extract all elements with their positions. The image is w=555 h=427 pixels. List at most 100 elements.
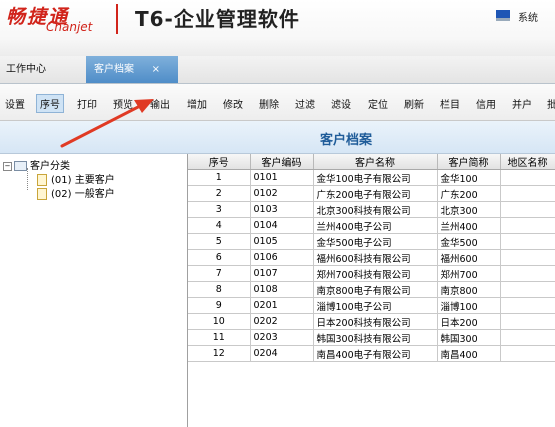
cell-seq[interactable]: 3	[188, 201, 251, 218]
table-row[interactable]: 4 0104 兰州400电子公司 兰州400	[188, 217, 555, 234]
system-monitor-icon[interactable]	[496, 10, 510, 21]
column-header-region[interactable]: 地区名称	[500, 154, 555, 170]
cell-code[interactable]: 0107	[250, 265, 314, 282]
toolbar-locate-button[interactable]: 定位	[368, 96, 388, 111]
toolbar-export-button[interactable]: 输出	[150, 96, 170, 111]
cell-seq[interactable]: 12	[188, 345, 251, 362]
toolbar-merge-button[interactable]: 并户	[512, 96, 532, 111]
cell-code[interactable]: 0101	[250, 169, 314, 186]
close-icon[interactable]: ×	[152, 56, 160, 83]
cell-name[interactable]: 兰州400电子公司	[313, 217, 438, 234]
cell-seq[interactable]: 6	[188, 249, 251, 266]
table-row[interactable]: 9 0201 淄博100电子公司 淄博100	[188, 297, 555, 314]
toolbar-edit-button[interactable]: 修改	[223, 96, 243, 111]
cell-name[interactable]: 金华100电子有限公司	[313, 169, 438, 186]
table-row[interactable]: 11 0203 韩国300科技有限公司 韩国300	[188, 329, 555, 346]
cell-code[interactable]: 0201	[250, 297, 314, 314]
tree-item-main-customers[interactable]: (01) 主要客户	[37, 171, 115, 186]
cell-short-name[interactable]: 兰州400	[437, 217, 501, 234]
cell-name[interactable]: 金华500电子公司	[313, 233, 438, 250]
toolbar-sequence-button[interactable]: 序号	[36, 94, 64, 113]
cell-short-name[interactable]: 福州600	[437, 249, 501, 266]
tree-item-general-customers[interactable]: (02) 一般客户	[37, 185, 115, 200]
cell-short-name[interactable]: 南昌400	[437, 345, 501, 362]
cell-code[interactable]: 0108	[250, 281, 314, 298]
toolbar-delete-button[interactable]: 删除	[259, 96, 279, 111]
cell-region[interactable]	[500, 313, 555, 330]
toolbar-batch-button[interactable]: 批	[547, 96, 555, 111]
table-row[interactable]: 6 0106 福州600科技有限公司 福州600	[188, 249, 555, 266]
tab-work-center[interactable]: 工作中心	[6, 56, 46, 83]
cell-code[interactable]: 0202	[250, 313, 314, 330]
table-row[interactable]: 12 0204 南昌400电子有限公司 南昌400	[188, 345, 555, 362]
toolbar-preview-button[interactable]: 预览	[113, 96, 133, 111]
cell-code[interactable]: 0106	[250, 249, 314, 266]
toolbar-columns-button[interactable]: 栏目	[440, 96, 460, 111]
cell-code[interactable]: 0105	[250, 233, 314, 250]
cell-seq[interactable]: 11	[188, 329, 251, 346]
cell-region[interactable]	[500, 345, 555, 362]
column-header-code[interactable]: 客户编码	[250, 154, 314, 170]
cell-name[interactable]: 郑州700科技有限公司	[313, 265, 438, 282]
cell-seq[interactable]: 8	[188, 281, 251, 298]
cell-region[interactable]	[500, 185, 555, 202]
cell-region[interactable]	[500, 329, 555, 346]
cell-code[interactable]: 0102	[250, 185, 314, 202]
cell-code[interactable]: 0203	[250, 329, 314, 346]
cell-seq[interactable]: 5	[188, 233, 251, 250]
system-menu-label[interactable]: 系统	[518, 9, 538, 24]
cell-short-name[interactable]: 日本200	[437, 313, 501, 330]
cell-region[interactable]	[500, 201, 555, 218]
cell-region[interactable]	[500, 297, 555, 314]
cell-short-name[interactable]: 韩国300	[437, 329, 501, 346]
cell-code[interactable]: 0103	[250, 201, 314, 218]
cell-short-name[interactable]: 金华500	[437, 233, 501, 250]
table-row[interactable]: 3 0103 北京300科技有限公司 北京300	[188, 201, 555, 218]
toolbar-filter-settings-button[interactable]: 滤设	[331, 96, 351, 111]
cell-name[interactable]: 淄博100电子公司	[313, 297, 438, 314]
cell-short-name[interactable]: 淄博100	[437, 297, 501, 314]
collapse-icon[interactable]: −	[3, 161, 12, 171]
cell-name[interactable]: 北京300科技有限公司	[313, 201, 438, 218]
cell-name[interactable]: 日本200科技有限公司	[313, 313, 438, 330]
cell-name[interactable]: 南京800电子有限公司	[313, 281, 438, 298]
table-row[interactable]: 7 0107 郑州700科技有限公司 郑州700	[188, 265, 555, 282]
tab-customer-archive[interactable]: 客户档案 ×	[86, 56, 178, 83]
toolbar-print-button[interactable]: 打印	[77, 96, 97, 111]
toolbar-credit-button[interactable]: 信用	[476, 96, 496, 111]
cell-region[interactable]	[500, 233, 555, 250]
cell-short-name[interactable]: 金华100	[437, 169, 501, 186]
cell-seq[interactable]: 10	[188, 313, 251, 330]
cell-region[interactable]	[500, 265, 555, 282]
cell-short-name[interactable]: 郑州700	[437, 265, 501, 282]
table-row[interactable]: 5 0105 金华500电子公司 金华500	[188, 233, 555, 250]
tree-root[interactable]: − 客户分类	[3, 157, 70, 172]
cell-short-name[interactable]: 北京300	[437, 201, 501, 218]
toolbar-add-button[interactable]: 增加	[187, 96, 207, 111]
toolbar-filter-button[interactable]: 过滤	[295, 96, 315, 111]
cell-region[interactable]	[500, 217, 555, 234]
cell-seq[interactable]: 9	[188, 297, 251, 314]
cell-region[interactable]	[500, 249, 555, 266]
cell-seq[interactable]: 4	[188, 217, 251, 234]
column-header-short-name[interactable]: 客户简称	[437, 154, 501, 170]
cell-region[interactable]	[500, 281, 555, 298]
cell-code[interactable]: 0204	[250, 345, 314, 362]
cell-short-name[interactable]: 广东200	[437, 185, 501, 202]
cell-name[interactable]: 福州600科技有限公司	[313, 249, 438, 266]
toolbar-refresh-button[interactable]: 刷新	[404, 96, 424, 111]
cell-name[interactable]: 韩国300科技有限公司	[313, 329, 438, 346]
cell-code[interactable]: 0104	[250, 217, 314, 234]
cell-seq[interactable]: 2	[188, 185, 251, 202]
column-header-seq[interactable]: 序号	[188, 154, 251, 170]
cell-short-name[interactable]: 南京800	[437, 281, 501, 298]
column-header-name[interactable]: 客户名称	[313, 154, 438, 170]
cell-seq[interactable]: 1	[188, 169, 251, 186]
table-row[interactable]: 2 0102 广东200电子有限公司 广东200	[188, 185, 555, 202]
cell-name[interactable]: 南昌400电子有限公司	[313, 345, 438, 362]
cell-region[interactable]	[500, 169, 555, 186]
toolbar-settings-button[interactable]: 设置	[5, 96, 25, 111]
table-row[interactable]: 10 0202 日本200科技有限公司 日本200	[188, 313, 555, 330]
cell-seq[interactable]: 7	[188, 265, 251, 282]
cell-name[interactable]: 广东200电子有限公司	[313, 185, 438, 202]
